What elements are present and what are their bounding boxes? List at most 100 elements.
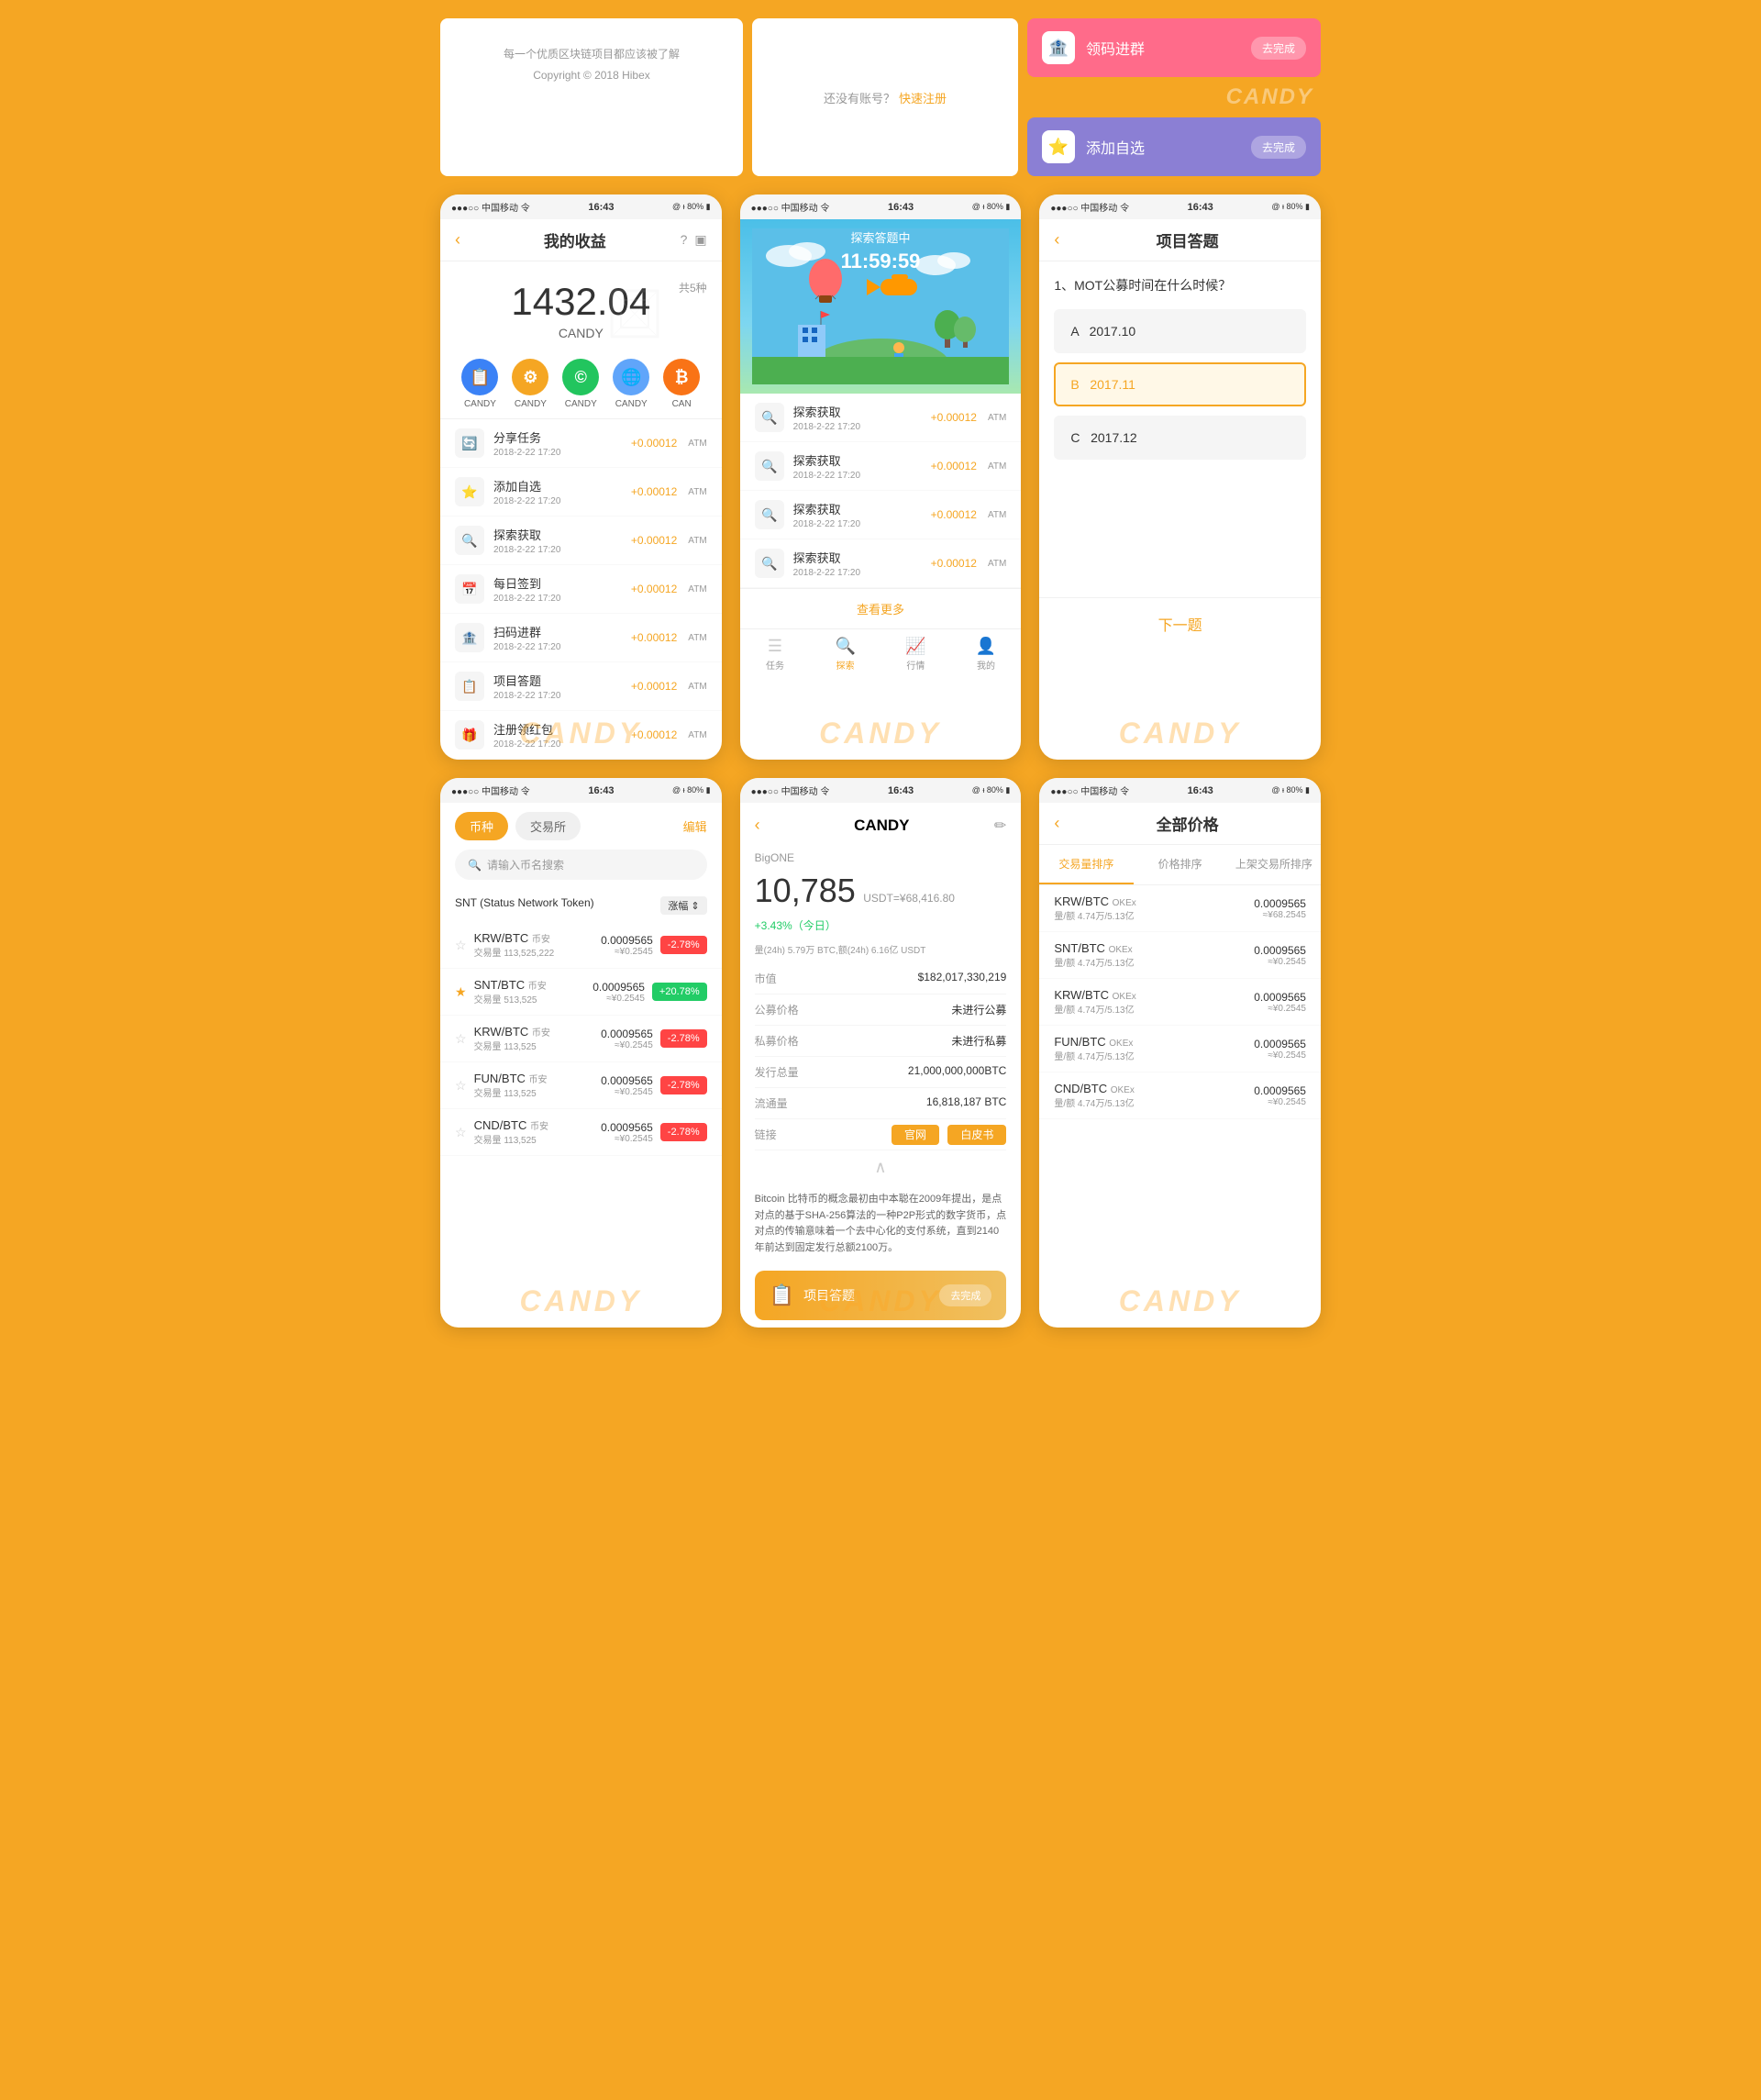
tab-exchange[interactable]: 交易所 [515,812,581,840]
explore-unit-3: ATM [988,510,1006,520]
price-right-2: 0.0009565 ≈¥0.2545 [1254,944,1306,967]
market-row-2[interactable]: ★ SNT/BTC 币安 交易量 513,525 0.0009565 ≈¥0.2… [440,969,722,1016]
status-bar-2: ●●●○○ 中国移动 令 16:43 @ ᵻ 80% ▮ [740,194,1022,219]
star-2[interactable]: ★ [455,984,467,1000]
info-row-links: 链接 官网 白皮书 [755,1119,1007,1150]
quiz-option-b[interactable]: B 2017.11 [1054,362,1306,406]
market-row-4[interactable]: ☆ FUN/BTC 币安 交易量 113,525 0.0009565 ≈¥0.2… [440,1062,722,1109]
star-1[interactable]: ☆ [455,938,467,953]
tab-exchange-rank[interactable]: 上架交易所排序 [1227,845,1321,884]
tx-amount-1: +0.00012 [631,437,677,450]
price-row-1[interactable]: KRW/BTC OKEx 量/额 4.74万/5.13亿 0.0009565 ≈… [1039,885,1321,932]
tx-item-3[interactable]: 🔍 探索获取 2018-2-22 17:20 +0.00012 ATM [440,517,722,565]
back-btn-1[interactable]: ‹ [455,230,460,250]
status-bar-5: ●●●○○ 中国移动 令 16:43 @ ᵻ 80% ▮ [740,778,1022,803]
tx-item-7[interactable]: 🎁 注册领红包 2018-2-22 17:20 +0.00012 ATM [440,711,722,760]
tx-unit-7: ATM [688,730,706,740]
quiz-option-c[interactable]: C 2017.12 [1054,416,1306,460]
scan-label: 领码进群 [1086,37,1240,59]
coin-item-1[interactable]: 📋 CANDY [461,359,498,409]
price-pair-4: FUN/BTC OKEx 量/额 4.74万/5.13亿 [1054,1035,1254,1062]
official-website-btn[interactable]: 官网 [892,1125,939,1145]
star-icon: ⭐ [1042,130,1075,163]
explore-title-1: 探索获取 [793,403,922,420]
tx-unit-1: ATM [688,439,706,449]
price-row-4[interactable]: FUN/BTC OKEx 量/额 4.74万/5.13亿 0.0009565 ≈… [1039,1026,1321,1072]
price-row-2[interactable]: SNT/BTC OKEx 量/额 4.74万/5.13亿 0.0009565 ≈… [1039,932,1321,979]
back-btn-3[interactable]: ‹ [1054,230,1059,250]
market-row-1[interactable]: ☆ KRW/BTC 币安 交易量 113,525,222 0.0009565 ≈… [440,922,722,969]
register-link[interactable]: 快速注册 [899,89,947,106]
tab-coin[interactable]: 币种 [455,812,508,840]
bottom-phones-grid: ●●●○○ 中国移动 令 16:43 @ ᵻ 80% ▮ 币种 交易所 编辑 🔍… [422,778,1339,1328]
intro-text: 每一个优质区块链项目都应该被了解 [459,46,725,61]
tx-title-7: 注册领红包 [493,720,622,738]
explore-tx-2[interactable]: 🔍 探索获取 2018-2-22 17:20 +0.00012 ATM [740,442,1022,491]
view-more-btn[interactable]: 查看更多 [740,588,1022,628]
bottom-nav-2: ☰ 任务 🔍 探索 📈 行情 👤 我的 [740,628,1022,675]
explore-date-1: 2018-2-22 17:20 [793,422,922,432]
back-btn-5[interactable]: ‹ [755,816,760,835]
market-row-5[interactable]: ☆ CND/BTC 币安 交易量 113,525 0.0009565 ≈¥0.2… [440,1109,722,1156]
expand-icon[interactable]: ∧ [740,1150,1022,1184]
star-4[interactable]: ☆ [455,1078,467,1094]
tx-unit-6: ATM [688,682,706,692]
nav-task[interactable]: ☰ 任务 [740,637,811,672]
tab-price-rank[interactable]: 价格排序 [1134,845,1227,884]
question-icon[interactable]: ? [681,232,688,248]
coin-item-5[interactable]: ₿ CAN [663,359,700,409]
candy-overlay-4: CANDY [440,1284,722,1318]
price-row-3[interactable]: KRW/BTC OKEx 量/额 4.74万/5.13亿 0.0009565 ≈… [1039,979,1321,1026]
back-btn-6[interactable]: ‹ [1054,814,1059,833]
quiz-banner-btn[interactable]: 去完成 [939,1284,991,1306]
tx-item-6[interactable]: 📋 项目答题 2018-2-22 17:20 +0.00012 ATM [440,662,722,711]
nav-profile[interactable]: 👤 我的 [951,637,1022,672]
scan-qr-card[interactable]: 🏦 领码进群 去完成 [1027,18,1321,77]
search-bar-4[interactable]: 🔍 请输入币名搜索 [455,850,707,880]
market-row-3[interactable]: ☆ KRW/BTC 币安 交易量 113,525 0.0009565 ≈¥0.2… [440,1016,722,1062]
price-row-5[interactable]: CND/BTC OKEx 量/额 4.74万/5.13亿 0.0009565 ≈… [1039,1072,1321,1119]
quiz-option-a[interactable]: A 2017.10 [1054,309,1306,353]
add-fav-btn[interactable]: 去完成 [1251,136,1306,159]
candy-edit-icon[interactable]: ✏ [994,817,1006,835]
tab-volume-rank[interactable]: 交易量排序 [1039,845,1133,884]
wallet-icon[interactable]: ▣ [694,232,706,248]
tx-item-2[interactable]: ⭐ 添加自选 2018-2-22 17:20 +0.00012 ATM [440,468,722,517]
tx-icon-3: 🔍 [455,526,484,555]
tx-info-2: 添加自选 2018-2-22 17:20 [493,477,622,506]
tx-item-1[interactable]: 🔄 分享任务 2018-2-22 17:20 +0.00012 ATM [440,419,722,468]
coin-item-3[interactable]: © CANDY [562,359,599,409]
nav-market[interactable]: 📈 行情 [880,637,951,672]
tx-amount-2: +0.00012 [631,485,677,498]
explore-info-2: 探索获取 2018-2-22 17:20 [793,451,922,481]
explore-tx-3[interactable]: 🔍 探索获取 2018-2-22 17:20 +0.00012 ATM [740,491,1022,539]
explore-timer-label: 探索答题中 11:59:59 [740,228,1022,273]
edit-button[interactable]: 编辑 [683,817,707,835]
coin-item-2[interactable]: ⚙ CANDY [512,359,548,409]
phone-quiz: ●●●○○ 中国移动 令 16:43 @ ᵻ 80% ▮ ‹ 项目答题 1、MO… [1039,194,1321,760]
next-question-btn[interactable]: 下一题 [1039,597,1321,650]
nav-explore[interactable]: 🔍 探索 [810,637,880,672]
explore-tx-4[interactable]: 🔍 探索获取 2018-2-22 17:20 +0.00012 ATM [740,539,1022,588]
add-favorite-card[interactable]: ⭐ 添加自选 去完成 [1027,117,1321,176]
explore-tx-1[interactable]: 🔍 探索获取 2018-2-22 17:20 +0.00012 ATM [740,394,1022,442]
info-row-private-price: 私募价格 未进行私募 [755,1026,1007,1057]
price-right-1: 0.0009565 ≈¥68.2545 [1254,897,1306,920]
tx-title-3: 探索获取 [493,526,622,543]
candy-quiz-banner[interactable]: 📋 项目答题 去完成 [755,1271,1007,1320]
tx-item-4[interactable]: 📅 每日签到 2018-2-22 17:20 +0.00012 ATM [440,565,722,614]
icons-4: @ ᵻ 80% ▮ [672,785,711,795]
tx-info-5: 扫码进群 2018-2-22 17:20 [493,623,622,652]
star-3[interactable]: ☆ [455,1031,467,1047]
coin-item-4[interactable]: 🌐 CANDY [613,359,649,409]
explore-unit-2: ATM [988,461,1006,472]
scan-btn[interactable]: 去完成 [1251,37,1306,60]
add-fav-label: 添加自选 [1086,136,1240,158]
price-pair-1: KRW/BTC OKEx 量/额 4.74万/5.13亿 [1054,894,1254,922]
star-5[interactable]: ☆ [455,1125,467,1140]
whitepaper-btn[interactable]: 白皮书 [947,1125,1006,1145]
tx-item-5[interactable]: 🏦 扫码进群 2018-2-22 17:20 +0.00012 ATM [440,614,722,662]
price-pair-2: SNT/BTC OKEx 量/额 4.74万/5.13亿 [1054,941,1254,969]
pair-3: KRW/BTC 币安 交易量 113,525 [474,1025,594,1052]
action-cards-container: 🏦 领码进群 去完成 CANDY ⭐ 添加自选 去完成 [1027,18,1321,176]
